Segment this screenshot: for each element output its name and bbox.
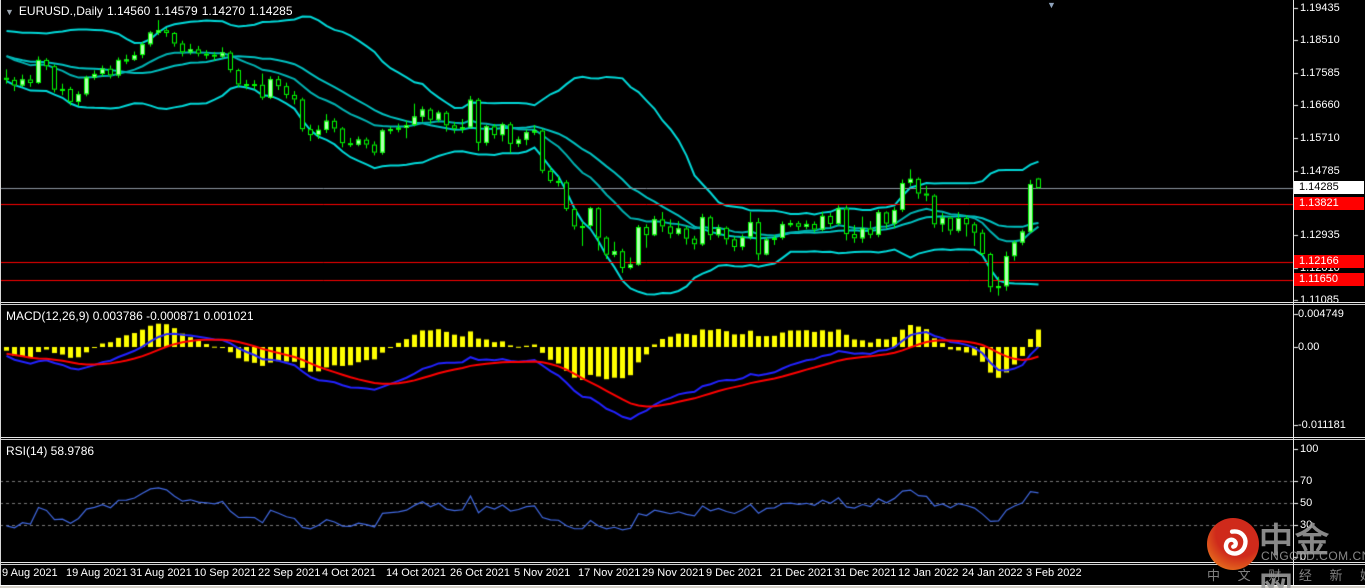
last-bar-position-marker-icon[interactable]: ▼ — [1047, 0, 1056, 10]
price-axis-border — [1293, 0, 1294, 585]
ohlc-high: 1.14579 — [154, 4, 197, 18]
ohlc-low: 1.14270 — [202, 4, 245, 18]
pane-divider-main-macd[interactable] — [0, 302, 1365, 305]
symbol-dropdown-icon[interactable]: ▼ — [5, 7, 14, 17]
ohlc-close: 1.14285 — [249, 4, 292, 18]
symbol-timeframe-label: EURUSD.,Daily — [19, 4, 103, 18]
ohlc-open: 1.14560 — [107, 4, 150, 18]
rsi-indicator-label: RSI(14) 58.9786 — [6, 444, 94, 458]
pane-divider-rsi-dates — [0, 562, 1365, 565]
macd-indicator-label: MACD(12,26,9) 0.003786 -0.000871 0.00102… — [6, 309, 254, 323]
price-chart-canvas[interactable] — [0, 0, 1365, 588]
trading-chart-window: 1.194351.185101.175851.166601.157101.147… — [0, 0, 1365, 588]
pane-divider-macd-rsi[interactable] — [0, 437, 1365, 440]
chart-left-border — [0, 0, 1, 585]
chart-title: ▼ EURUSD.,Daily 1.14560 1.14579 1.14270 1.142… — [5, 4, 297, 19]
